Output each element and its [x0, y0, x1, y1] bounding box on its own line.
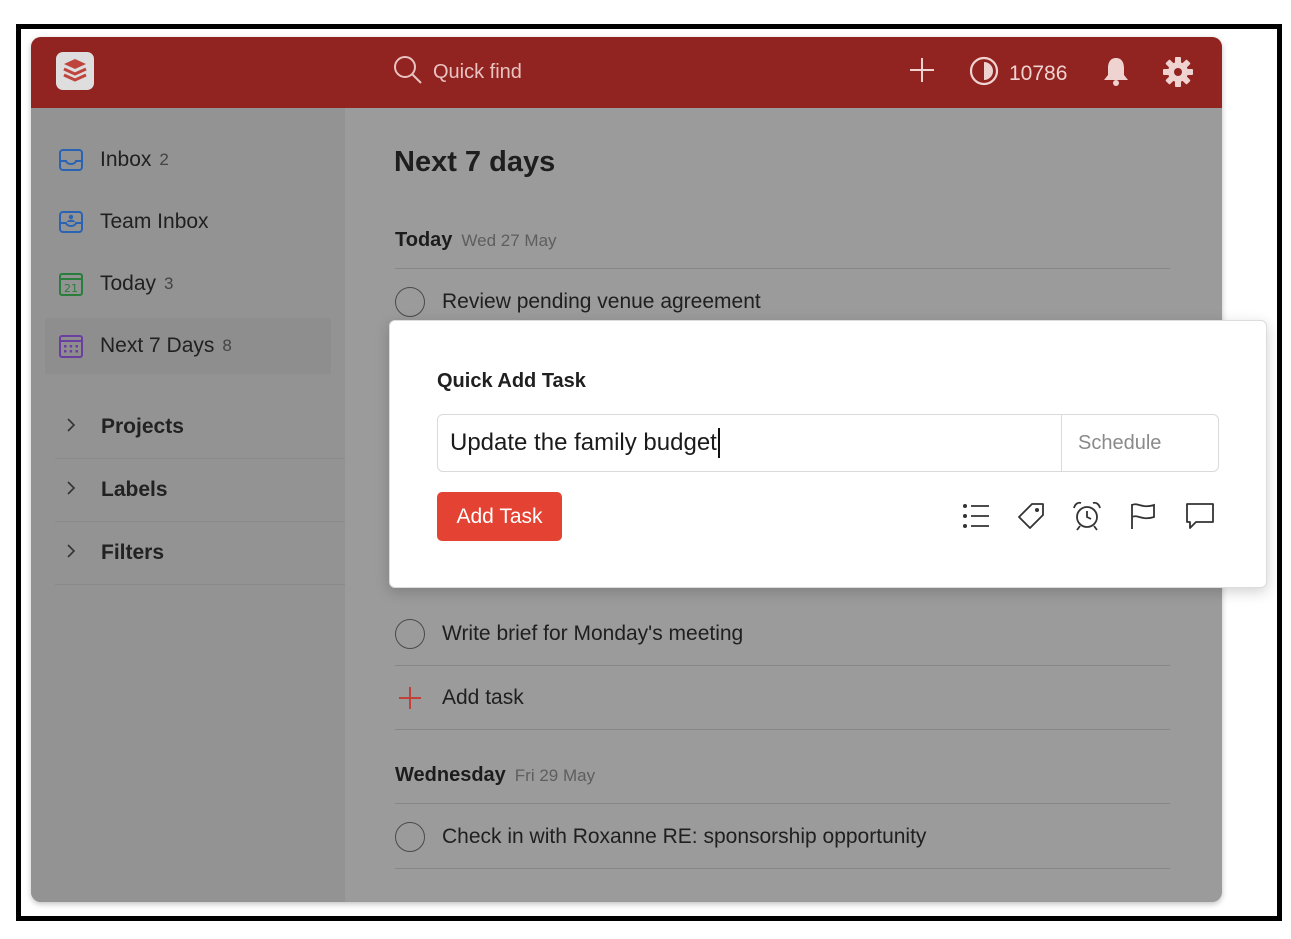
quick-add-plus-icon[interactable] [907, 55, 937, 90]
karma-productivity[interactable]: 10786 [969, 56, 1067, 91]
bell-icon[interactable] [1101, 55, 1131, 92]
sidebar-item-label: Next 7 Days [100, 334, 215, 357]
sidebar-item-label: Team Inbox [100, 210, 209, 233]
search-icon [393, 55, 423, 90]
project-list-icon[interactable] [959, 499, 993, 533]
sidebar-item-count: 2 [159, 150, 169, 169]
task-complete-checkbox[interactable] [395, 821, 425, 852]
reminder-alarm-icon[interactable] [1070, 499, 1104, 533]
comment-icon[interactable] [1183, 499, 1217, 533]
sidebar-section-filters[interactable]: Filters [55, 522, 345, 585]
task-name-value: Update the family budget [450, 429, 717, 456]
task-text: Write brief for Monday's meeting [442, 621, 744, 645]
team-inbox-icon [57, 208, 85, 236]
schedule-button[interactable]: Schedule [1061, 415, 1218, 471]
day-name: Wednesday [395, 764, 506, 786]
add-task-row[interactable]: Add task [395, 666, 1170, 730]
sidebar-item-inbox[interactable]: Inbox 2 [45, 132, 331, 188]
task-name-input[interactable]: Update the family budget [438, 415, 1061, 471]
calendar-today-icon: 21 [57, 270, 85, 298]
sidebar-item-count: 8 [222, 336, 232, 355]
svg-text:21: 21 [64, 282, 78, 295]
task-text: Review pending venue agreement [442, 289, 761, 313]
day-header-today: Today Wed 27 May [395, 229, 1170, 269]
add-task-label: Add task [442, 685, 524, 709]
karma-icon [969, 56, 999, 91]
section-label: Labels [101, 478, 168, 501]
quick-add-input-group: Update the family budget Schedule [437, 414, 1219, 472]
sidebar-section-projects[interactable]: Projects [55, 396, 345, 459]
quick-add-dialog: Quick Add Task Update the family budget … [389, 320, 1267, 588]
chevron-right-icon [65, 416, 85, 439]
gear-icon[interactable] [1162, 56, 1194, 93]
day-header-wednesday: Wednesday Fri 29 May [395, 764, 1170, 804]
text-caret [717, 428, 720, 458]
calendar-week-icon [57, 332, 85, 360]
label-tag-icon[interactable] [1014, 499, 1048, 533]
app-logo-icon[interactable] [56, 52, 94, 90]
day-name: Today [395, 229, 453, 251]
page-title: Next 7 days [394, 146, 556, 178]
task-complete-checkbox[interactable] [395, 286, 425, 317]
sidebar-item-today[interactable]: 21 Today 3 [45, 256, 331, 312]
dialog-title: Quick Add Task [437, 370, 586, 392]
task-row[interactable]: Write brief for Monday's meeting [395, 602, 1170, 666]
sidebar-item-label: Inbox [100, 148, 152, 171]
day-date: Wed 27 May [461, 231, 557, 250]
section-label: Projects [101, 415, 184, 438]
karma-count: 10786 [1009, 61, 1068, 85]
top-bar: Quick find 10786 [31, 37, 1222, 108]
task-text: Check in with Roxanne RE: sponsorship op… [442, 824, 927, 848]
day-date: Fri 29 May [514, 766, 596, 785]
sidebar-item-label: Today [100, 272, 157, 295]
sidebar-item-team-inbox[interactable]: Team Inbox [45, 194, 331, 250]
task-row[interactable]: Check in with Roxanne RE: sponsorship op… [395, 805, 1170, 869]
priority-flag-icon[interactable] [1126, 499, 1160, 533]
plus-icon [395, 683, 425, 713]
search-placeholder: Quick find [433, 60, 522, 83]
inbox-icon [57, 146, 85, 174]
quick-find-search[interactable]: Quick find [393, 55, 522, 89]
chevron-right-icon [65, 479, 85, 502]
chevron-right-icon [65, 542, 85, 565]
sidebar-item-count: 3 [164, 274, 174, 293]
sidebar: Inbox 2 Team Inbox 21 Today 3 Next 7 Day… [31, 108, 345, 902]
task-complete-checkbox[interactable] [395, 618, 425, 649]
sidebar-section-labels[interactable]: Labels [55, 459, 345, 522]
add-task-button[interactable]: Add Task [437, 492, 562, 541]
section-label: Filters [101, 541, 165, 564]
sidebar-item-next-7-days[interactable]: Next 7 Days 8 [45, 318, 331, 374]
